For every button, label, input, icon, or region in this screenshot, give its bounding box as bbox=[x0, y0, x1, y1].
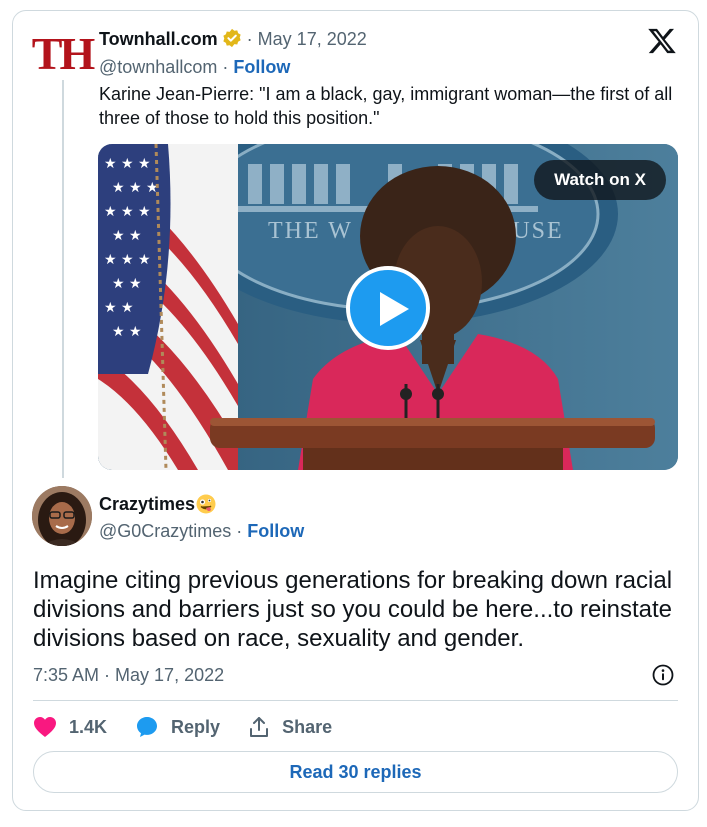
play-button[interactable] bbox=[346, 266, 430, 350]
reply-follow-link[interactable]: Follow bbox=[247, 521, 304, 541]
share-label: Share bbox=[282, 716, 333, 737]
reply-author-name[interactable]: Crazytimes bbox=[99, 494, 195, 514]
svg-text:★ ★ ★: ★ ★ ★ bbox=[104, 252, 151, 268]
quoted-author-name[interactable]: Townhall.com bbox=[99, 29, 218, 49]
heart-icon bbox=[34, 717, 56, 737]
like-button[interactable]: 1.4K bbox=[33, 716, 107, 738]
verified-badge-icon bbox=[222, 28, 242, 53]
quoted-date[interactable]: May 17, 2022 bbox=[258, 29, 367, 49]
thread-connector-line bbox=[62, 80, 64, 478]
svg-text:★ ★ ★: ★ ★ ★ bbox=[112, 180, 159, 196]
reply-label: Reply bbox=[171, 716, 221, 737]
svg-text:★ ★: ★ ★ bbox=[112, 324, 142, 340]
share-icon bbox=[250, 717, 269, 737]
svg-text:THE W: THE W bbox=[268, 218, 353, 244]
reply-author-row: Crazytimes bbox=[99, 493, 216, 515]
share-button[interactable]: Share bbox=[248, 716, 332, 738]
video-player[interactable]: THE W OUSE ★ ★ ★ ★ ★ ★ ★ ★ ★ ★ ★ ★ ★ ★ ★ ★ ★… bbox=[98, 144, 678, 470]
svg-text:★ ★: ★ ★ bbox=[112, 276, 142, 292]
svg-text:★ ★: ★ ★ bbox=[104, 300, 134, 316]
x-logo-icon[interactable] bbox=[647, 26, 677, 56]
reply-button[interactable]: Reply bbox=[135, 715, 220, 739]
svg-text:★ ★: ★ ★ bbox=[112, 228, 142, 244]
svg-text:★ ★ ★: ★ ★ ★ bbox=[104, 156, 151, 172]
zany-face-emoji bbox=[196, 494, 216, 514]
avatar-image bbox=[32, 486, 92, 546]
read-replies-button[interactable]: Read 30 replies bbox=[33, 751, 678, 793]
quoted-tweet-header: Townhall.com · May 17, 2022 bbox=[99, 28, 367, 53]
play-icon bbox=[380, 292, 409, 326]
quoted-follow-link[interactable]: Follow bbox=[233, 57, 290, 77]
crazytimes-avatar[interactable] bbox=[32, 486, 92, 546]
reply-bubble-icon bbox=[137, 717, 158, 737]
quoted-tweet-text: Karine Jean-Pierre: "I am a black, gay, … bbox=[99, 84, 673, 128]
townhall-logo-text: TH bbox=[31, 28, 95, 79]
quoted-handle[interactable]: @townhallcom bbox=[99, 57, 217, 77]
info-icon[interactable] bbox=[652, 664, 674, 686]
reply-handle[interactable]: @G0Crazytimes bbox=[99, 521, 231, 541]
watch-on-x-button[interactable]: Watch on X bbox=[534, 160, 666, 200]
townhall-avatar[interactable]: TH bbox=[32, 30, 95, 78]
like-count: 1.4K bbox=[69, 716, 108, 737]
reply-handle-row: @G0Crazytimes · Follow bbox=[99, 521, 305, 541]
divider bbox=[33, 700, 678, 701]
quoted-handle-row: @townhallcom · Follow bbox=[99, 57, 291, 77]
reply-tweet-text: Imagine citing previous generations for … bbox=[33, 567, 673, 652]
action-bar: 1.4K Reply Share bbox=[33, 713, 360, 741]
reply-timestamp[interactable]: 7:35 AM · May 17, 2022 bbox=[33, 664, 224, 686]
svg-text:★ ★ ★: ★ ★ ★ bbox=[104, 204, 151, 220]
